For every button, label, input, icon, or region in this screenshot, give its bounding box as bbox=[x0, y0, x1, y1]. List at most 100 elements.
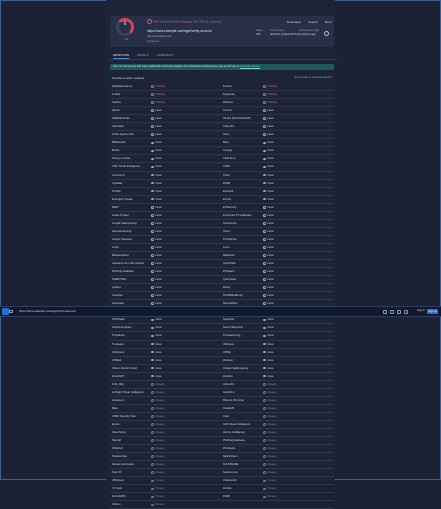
vendor-name: Phishtank bbox=[223, 270, 235, 274]
verdict-badge: Unrated bbox=[151, 461, 164, 468]
verdict-label: Clean bbox=[155, 149, 162, 153]
vendor-verdict: Unrated bbox=[151, 501, 164, 509]
verdict-label: Clean bbox=[155, 326, 162, 330]
table-row: Scantitan Clean SCUMWARE.org Clean bbox=[110, 292, 334, 301]
analyzed-host: docs.example.com bbox=[147, 34, 173, 38]
logo-icon[interactable] bbox=[2, 308, 9, 315]
vendor-name: ZeroCERT bbox=[112, 374, 125, 378]
verdict-label: Unrated bbox=[155, 398, 165, 402]
vendor-name: Ermes bbox=[112, 422, 120, 426]
vendor-name: Webroot bbox=[223, 358, 233, 362]
verdict-label: Clean bbox=[267, 334, 274, 338]
verdict-label: Clean bbox=[267, 229, 274, 233]
check-icon bbox=[151, 125, 154, 129]
upload-icon[interactable] bbox=[383, 309, 387, 314]
status-value: 200 bbox=[256, 33, 261, 36]
sign-in-link[interactable]: Sign in bbox=[417, 309, 425, 312]
more-button[interactable]: More bbox=[325, 20, 332, 24]
vendor-name: ViriBack bbox=[112, 358, 122, 362]
verdict-badge: Clean bbox=[263, 332, 274, 339]
vendor-name: VIPRE bbox=[223, 350, 231, 354]
vendor-verdict: Clean bbox=[263, 357, 274, 365]
verdict-badge: Clean bbox=[263, 341, 274, 348]
verdict-badge: Clean bbox=[151, 204, 162, 211]
vendor-name: ThreatHive bbox=[112, 334, 125, 338]
verdict-badge: Clean bbox=[151, 349, 162, 356]
table-row: Feodo Tracker Clean Forcepoint ThreatSeeke… bbox=[110, 212, 334, 220]
vendor-verdict: Clean bbox=[263, 147, 274, 155]
table-row: PREBYTES Clean Quick Heal Clean bbox=[110, 276, 334, 285]
last-analysis-value: a moment ago bbox=[299, 33, 316, 36]
table-row: G-Data Phishing Kaspersky Phishing bbox=[110, 91, 334, 100]
vendor-verdict: Clean bbox=[151, 316, 162, 324]
analyzed-url[interactable]: https://docs.example.com/login/verify-ac… bbox=[147, 29, 212, 33]
chat-icon[interactable] bbox=[397, 309, 401, 314]
vendor-name: DNS8 bbox=[223, 181, 230, 185]
table-row: PrecisionSec Unrated SafeToOpen Unrated bbox=[110, 453, 334, 462]
verdict-badge: Clean bbox=[263, 212, 274, 219]
question-icon bbox=[151, 503, 154, 507]
vendor-verdict: Clean bbox=[263, 276, 274, 284]
vendor-name: Juniper Networks bbox=[112, 237, 133, 241]
tab-detection[interactable]: DETECTION bbox=[113, 52, 130, 59]
check-icon bbox=[151, 318, 154, 322]
menu-icon[interactable] bbox=[9, 310, 13, 313]
vendor-verdict: Clean bbox=[151, 365, 162, 373]
check-icon bbox=[151, 213, 154, 217]
verdict-badge: Clean bbox=[151, 212, 162, 219]
vendor-name: PhishLabs bbox=[223, 447, 236, 451]
verdict-label: Clean bbox=[267, 358, 274, 362]
vendor-name: Rising bbox=[223, 286, 231, 290]
vendor-name: Snort IP bbox=[112, 471, 122, 475]
search-button[interactable]: Search bbox=[308, 20, 318, 24]
vendor-verdict: Unrated bbox=[151, 421, 164, 429]
reanalyze-button[interactable]: Reanalyze bbox=[287, 20, 301, 24]
vendor-verdict: Clean bbox=[263, 268, 274, 276]
bottom-bar-url[interactable]: https://docs.example.com/login/verify-ac… bbox=[19, 309, 76, 313]
question-icon bbox=[151, 415, 154, 418]
vendor-verdict: Clean bbox=[263, 341, 274, 349]
verdict-label: Clean bbox=[267, 270, 274, 274]
check-icon bbox=[263, 133, 266, 137]
vendor-verdict: Phishing bbox=[151, 83, 165, 91]
question-icon bbox=[151, 487, 154, 491]
vendor-verdict: Clean bbox=[151, 115, 162, 123]
alert-icon bbox=[263, 101, 266, 104]
verdict-label: Clean bbox=[267, 117, 274, 121]
tab-details[interactable]: DETAILS bbox=[137, 52, 148, 59]
verdict-label: Unrated bbox=[267, 382, 277, 386]
vendor-verdict: Clean bbox=[151, 292, 162, 300]
verdict-badge: Phishing bbox=[263, 99, 277, 106]
vendor-verdict: Unrated bbox=[263, 469, 276, 477]
verdict-label: Clean bbox=[267, 221, 274, 225]
verdict-badge: Clean bbox=[151, 324, 162, 331]
verdict-label: Unrated bbox=[267, 439, 277, 443]
verdict-badge: Unrated bbox=[263, 445, 276, 452]
grid-icon[interactable] bbox=[390, 309, 394, 314]
table-row: Criminal IP Clean Cyble Clean bbox=[110, 172, 334, 180]
alert-icon bbox=[151, 93, 154, 96]
verdict-label: Clean bbox=[267, 262, 274, 266]
check-icon bbox=[263, 238, 266, 241]
vendor-verdict: Clean bbox=[151, 349, 162, 357]
verdict-badge: Unrated bbox=[151, 389, 164, 396]
vendor-name: Lumu bbox=[223, 245, 230, 249]
automate-checks-link[interactable]: Do you want to automate checks? bbox=[294, 76, 332, 79]
table-row: ViriBack Clean Webroot Clean bbox=[110, 357, 334, 365]
question-icon bbox=[151, 439, 154, 442]
vendor-verdict: Unrated bbox=[151, 469, 164, 477]
banner-link[interactable]: automate checks. bbox=[240, 65, 260, 68]
verdict-badge: Clean bbox=[151, 244, 162, 251]
tab-community[interactable]: COMMUNITY bbox=[157, 52, 174, 59]
verdict-label: Clean bbox=[155, 181, 162, 185]
refresh-icon[interactable] bbox=[324, 31, 329, 36]
vendor-verdict: Unrated bbox=[151, 405, 164, 413]
vendor-name: benkow.cc bbox=[112, 398, 125, 402]
verdict-badge: Phishing bbox=[151, 99, 165, 106]
verdict-label: Unrated bbox=[155, 406, 165, 410]
theme-icon[interactable] bbox=[404, 309, 408, 314]
verdict-label: Unrated bbox=[267, 487, 277, 491]
sign-up-button[interactable]: Sign up bbox=[427, 308, 438, 314]
verdict-badge: Clean bbox=[151, 107, 162, 114]
verdict-label: Clean bbox=[155, 125, 162, 129]
